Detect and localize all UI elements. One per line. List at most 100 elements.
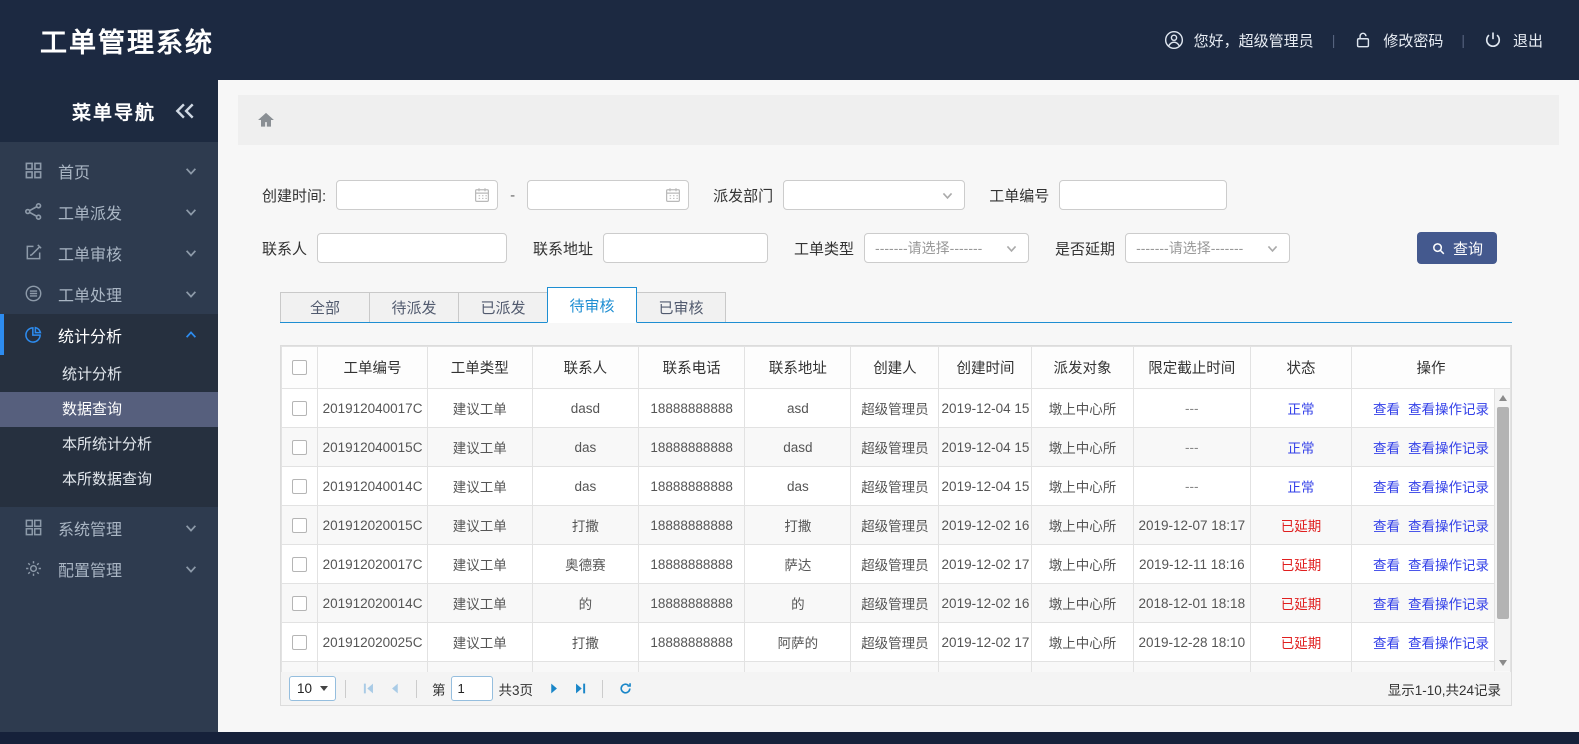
- cell-deadline: 2018-12-01 18:18: [1132, 583, 1251, 623]
- scroll-down-arrow[interactable]: [1495, 655, 1511, 669]
- user-greeting: 您好，超级管理员: [1164, 30, 1314, 51]
- cell-type: 建议工单: [426, 505, 533, 545]
- home-icon[interactable]: [256, 110, 276, 130]
- cell-contact: das: [531, 427, 640, 467]
- page-number-input[interactable]: [450, 676, 493, 701]
- view-records-link[interactable]: 查看操作记录: [1408, 558, 1489, 573]
- is-delayed-select[interactable]: -------请选择-------: [1125, 233, 1291, 263]
- view-link[interactable]: 查看: [1373, 441, 1400, 456]
- view-link[interactable]: 查看: [1373, 597, 1400, 612]
- collapse-sidebar-button[interactable]: [174, 102, 196, 120]
- cell-address: dasd: [744, 427, 852, 467]
- sidebar-item-config-management[interactable]: 配置管理: [0, 548, 218, 589]
- view-records-link[interactable]: 查看操作记录: [1408, 597, 1489, 612]
- tab[interactable]: 全部: [280, 292, 370, 322]
- sidebar-item-order-dispatch[interactable]: 工单派发: [0, 191, 218, 232]
- tab[interactable]: 待审核: [547, 287, 637, 323]
- filter-row-1: 创建时间: - 派发部门 工单编号: [262, 180, 1497, 210]
- row-checkbox[interactable]: [292, 517, 308, 533]
- cell-type: 建议工单: [426, 544, 533, 584]
- pager-divider: [345, 679, 347, 698]
- view-records-link[interactable]: 查看操作记录: [1408, 441, 1489, 456]
- search-button[interactable]: 查询: [1416, 232, 1497, 264]
- tab[interactable]: 已派发: [458, 292, 548, 322]
- view-records-link[interactable]: 查看操作记录: [1408, 402, 1489, 417]
- sidebar-item-stats-analysis[interactable]: 统计分析: [0, 314, 218, 355]
- view-link[interactable]: 查看: [1373, 636, 1400, 651]
- filter-panel: 创建时间: - 派发部门 工单编号 联系人 联系地址 工单类型 -------请…: [262, 180, 1497, 286]
- cell-create-time: 2019-12-04 15: [938, 427, 1033, 467]
- main-content: 创建时间: - 派发部门 工单编号 联系人 联系地址 工单类型 -------请…: [218, 80, 1579, 732]
- sidebar-subitem[interactable]: 统计分析: [0, 357, 218, 392]
- change-password-button[interactable]: 修改密码: [1353, 30, 1443, 51]
- view-link[interactable]: 查看: [1373, 480, 1400, 495]
- order-no-label: 工单编号: [989, 187, 1050, 205]
- chevron-down-icon: [184, 287, 198, 301]
- logout-button[interactable]: 退出: [1483, 30, 1543, 51]
- view-link[interactable]: 查看: [1373, 558, 1400, 573]
- lock-icon: [1353, 30, 1373, 50]
- column-header: 联系电话: [638, 346, 746, 389]
- row-checkbox[interactable]: [292, 400, 308, 416]
- scroll-up-arrow[interactable]: [1495, 391, 1511, 405]
- row-checkbox[interactable]: [292, 634, 308, 650]
- row-checkbox[interactable]: [292, 556, 308, 572]
- cell-phone: 18888888888: [638, 583, 746, 623]
- column-header: 工单类型: [426, 346, 533, 389]
- sidebar: 菜单导航 首页 工单派发 工单审核 工单处理 统计分析 统计分析 数据查询 本所统计分析 本所数…: [0, 80, 218, 732]
- scrollbar-thumb[interactable]: [1497, 407, 1509, 619]
- checkbox-cell: [281, 388, 319, 428]
- cell-address: 阿萨的: [744, 622, 852, 662]
- next-page-button[interactable]: [543, 678, 565, 700]
- order-type-select[interactable]: -------请选择-------: [864, 233, 1030, 263]
- sidebar-item-label: 首页: [58, 164, 91, 182]
- view-records-link[interactable]: 查看操作记录: [1408, 636, 1489, 651]
- grid-icon: [24, 518, 43, 537]
- sidebar-subitem[interactable]: 本所数据查询: [0, 462, 218, 497]
- dispatch-dept-select[interactable]: [783, 180, 966, 210]
- cell-deadline: 2019-12-11 18:16: [1132, 544, 1251, 584]
- cell-deadline: 2019-12-28 18:10: [1132, 622, 1251, 662]
- tab[interactable]: 已审核: [636, 292, 726, 322]
- contact-input[interactable]: [317, 233, 508, 263]
- cell-type: 建议工单: [426, 622, 533, 662]
- calendar-icon[interactable]: [664, 186, 682, 204]
- vertical-scrollbar[interactable]: [1494, 389, 1510, 671]
- order-no-input[interactable]: [1059, 180, 1228, 210]
- top-bar: 工单管理系统 您好，超级管理员 | 修改密码 | 退出: [0, 0, 1579, 80]
- sidebar-item-home[interactable]: 首页: [0, 150, 218, 191]
- row-checkbox[interactable]: [292, 595, 308, 611]
- calendar-icon[interactable]: [473, 186, 491, 204]
- cell-actions: 查看 查看操作记录: [1351, 583, 1511, 623]
- first-page-button[interactable]: [357, 678, 379, 700]
- user-greeting-text: 您好，超级管理员: [1193, 32, 1314, 50]
- sidebar-item-order-audit[interactable]: 工单审核: [0, 232, 218, 273]
- prev-page-button[interactable]: [383, 678, 405, 700]
- page-size-select[interactable]: 10: [289, 676, 337, 701]
- pager-divider: [602, 679, 604, 698]
- address-input[interactable]: [603, 233, 769, 263]
- cell-phone: 18888888888: [638, 466, 746, 506]
- view-records-link[interactable]: 查看操作记录: [1408, 519, 1489, 534]
- sidebar-item-order-process[interactable]: 工单处理: [0, 273, 218, 314]
- cell-create-time: 2019-12-02 17: [938, 544, 1033, 584]
- column-header: 创建人: [850, 346, 940, 389]
- sidebar-subitem[interactable]: 本所统计分析: [0, 427, 218, 462]
- tab[interactable]: 待派发: [369, 292, 459, 322]
- cell-order-no: 201912020025C: [317, 622, 428, 662]
- select-all-checkbox[interactable]: [292, 360, 308, 376]
- row-checkbox[interactable]: [292, 478, 308, 494]
- total-pages-label: 共3页: [498, 682, 534, 698]
- sidebar-item-system-management[interactable]: 系统管理: [0, 507, 218, 548]
- view-records-link[interactable]: 查看操作记录: [1408, 480, 1489, 495]
- edit-icon: [24, 243, 43, 262]
- last-page-button[interactable]: [569, 678, 591, 700]
- refresh-icon[interactable]: [614, 678, 636, 700]
- sidebar-subitem[interactable]: 数据查询: [0, 392, 218, 427]
- cell-order-no: 201912040015C: [317, 427, 428, 467]
- cell-target: 墩上中心所: [1031, 622, 1134, 662]
- row-checkbox[interactable]: [292, 439, 308, 455]
- sidebar-item-label: 工单派发: [58, 205, 123, 223]
- view-link[interactable]: 查看: [1373, 402, 1400, 417]
- view-link[interactable]: 查看: [1373, 519, 1400, 534]
